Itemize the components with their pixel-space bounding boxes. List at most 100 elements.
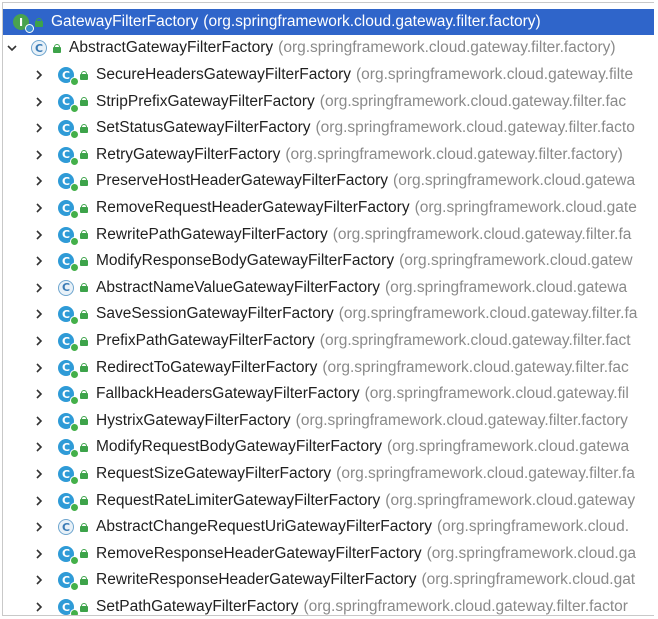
chevron-right-icon[interactable] [34,336,44,346]
class-icon: C [58,226,79,246]
class-name: RewritePathGatewayFilterFactory [96,225,328,243]
package-name: (org.springframework.cloud.gatewa [393,172,636,190]
class-name: HystrixGatewayFilterFactory [96,411,291,429]
tree-row[interactable]: C RedirectToGatewayFilterFactory (org.spri… [3,355,654,381]
chevron-right-icon[interactable] [34,123,44,133]
package-name: (org.springframework.cloud.gate [414,199,637,216]
tree-row[interactable]: C PrefixPathGatewayFilterFactory (org.spri… [3,328,654,354]
tree-row[interactable]: C RemoveResponseHeaderGatewayFilterFactor… [3,541,654,567]
tree-row[interactable]: C PreserveHostHeaderGatewayFilterFactory(… [3,168,654,194]
class-icon: C [58,386,79,406]
tree-row[interactable]: C ModifyResponseBodyGatewayFilterFactory(… [3,248,654,274]
chevron-right-icon[interactable] [34,442,44,452]
class-name: ModifyResponseBodyGatewayFilterFactory [96,252,395,270]
package-name: (org.springframework.cloud.gateway.filte… [338,305,638,323]
package-name: (org.springframework.cloud. [436,518,630,536]
tree-row-parent[interactable]: C AbstractGatewayFilterFactory (org.spri… [3,35,654,61]
class-icon: C [58,146,79,166]
package-name: (org.springframework.cloud.gateway.filte [356,66,634,83]
package-name: (org.springframework.cloud.gateway.filte… [303,598,628,615]
class-name: SaveSessionGatewayFilterFactory [96,305,334,323]
class-name: RequestSizeGatewayFilterFactory [96,465,332,482]
package-name: (org.springframework.cloud.gateway.filte… [336,465,635,482]
package-name: (org.springframework.cloud.gatew [399,252,633,270]
public-lock-icon [80,469,88,479]
chevron-down-icon[interactable] [7,43,17,53]
class-icon: C [58,173,79,193]
package-name: (org.springframework.cloud.gat [421,571,636,589]
class-name: SecureHeadersGatewayFilterFactory [96,66,351,83]
package-name: (org.springframework.cloud.gateway.filte… [295,411,628,429]
class-icon: C [58,200,79,219]
chevron-right-icon[interactable] [34,203,44,213]
class-name: RemoveResponseHeaderGatewayFilterFactory [96,544,422,562]
class-name: ModifyRequestBodyGatewayFilterFactory [96,438,383,456]
class-name: GatewayFilterFactory [51,13,199,30]
tree-row-root[interactable]: I GatewayFilterFactory (org.springframew… [3,9,654,35]
tree-row[interactable]: C HystrixGatewayFilterFactory (org.springf… [3,408,654,434]
public-lock-icon [80,602,88,612]
chevron-right-icon[interactable] [34,389,44,399]
package-name: (org.springframework.cloud.gatewa [387,438,630,456]
public-lock-icon [80,230,88,240]
chevron-right-icon[interactable] [34,549,44,559]
class-name: AbstractNameValueGatewayFilterFactory [96,278,380,296]
tree-row[interactable]: C RewriteResponseHeaderGatewayFilterFacto… [3,567,654,593]
tree-row[interactable]: C SetPathGatewayFilterFactory (org.springf… [3,594,654,615]
tree-row[interactable]: C RewritePathGatewayFilterFactory (org.spr… [3,222,654,248]
package-name: (org.springframework.cloud.gateway.filte… [203,13,541,30]
tree-row[interactable]: C AbstractChangeRequestUriGatewayFilterFa… [3,514,654,540]
class-name: SetStatusGatewayFilterFactory [96,119,311,137]
public-lock-icon [80,176,88,186]
public-lock-icon [80,203,88,213]
tree-row[interactable]: C RequestSizeGatewayFilterFactory (org.spr… [3,461,654,487]
public-lock-icon [80,256,88,266]
public-lock-icon [80,150,88,160]
public-lock-icon [80,97,88,107]
chevron-right-icon[interactable] [34,522,44,532]
chevron-right-icon[interactable] [34,70,44,80]
chevron-right-icon[interactable] [34,496,44,506]
chevron-right-icon[interactable] [34,309,44,319]
chevron-right-icon[interactable] [34,283,44,293]
chevron-right-icon[interactable] [34,150,44,160]
public-lock-icon [80,309,88,319]
chevron-right-icon[interactable] [34,256,44,266]
tree-row[interactable]: C AbstractNameValueGatewayFilterFactory (o… [3,275,654,301]
package-name: (org.springframework.cloud.gateway.filte… [322,358,629,376]
package-name: (org.springframework.cloud.gatewa [384,278,628,296]
class-name: SetPathGatewayFilterFactory [96,598,299,615]
abstract-class-icon: C [31,40,47,56]
public-lock-icon [53,43,61,53]
public-lock-icon [80,522,88,532]
class-icon: C [58,333,79,352]
tree-row[interactable]: C RequestRateLimiterGatewayFilterFactory(… [3,488,654,514]
tree-row[interactable]: C SetStatusGatewayFilterFactory (org.sprin… [3,115,654,141]
public-lock-icon [35,17,43,27]
tree-row[interactable]: C RemoveRequestHeaderGatewayFilterFactory… [3,195,654,221]
tree-row[interactable]: C FallbackHeadersGatewayFilterFactory (org… [3,381,654,407]
tree-row[interactable]: C SecureHeadersGatewayFilterFactory (org.s… [3,62,654,88]
chevron-right-icon[interactable] [34,230,44,240]
chevron-right-icon[interactable] [34,575,44,585]
chevron-right-icon[interactable] [34,363,44,373]
package-name: (org.springframework.cloud.gateway.filte… [285,145,623,163]
public-lock-icon [80,389,88,399]
tree-row[interactable]: C RetryGatewayFilterFactory (org.springfra… [3,142,654,168]
chevron-right-icon[interactable] [34,176,44,186]
package-name: (org.springframework.cloud.gateway.filte… [315,119,635,137]
class-name: StripPrefixGatewayFilterFactory [96,92,315,110]
public-lock-icon [80,70,88,80]
class-name: AbstractGatewayFilterFactory [69,39,274,56]
chevron-right-icon[interactable] [34,602,44,612]
chevron-right-icon[interactable] [34,97,44,107]
tree-row[interactable]: C StripPrefixGatewayFilterFactory (org.spr… [3,89,654,115]
tree-row[interactable]: C ModifyRequestBodyGatewayFilterFactory (o… [3,434,654,460]
chevron-right-icon[interactable] [34,416,44,426]
class-name: RewriteResponseHeaderGatewayFilterFactor… [96,571,417,589]
tree-row[interactable]: C SaveSessionGatewayFilterFactory (org.spr… [3,301,654,327]
public-lock-icon [80,549,88,559]
class-name: RedirectToGatewayFilterFactory [96,358,318,376]
chevron-right-icon[interactable] [34,469,44,479]
class-icon: C [58,412,79,432]
